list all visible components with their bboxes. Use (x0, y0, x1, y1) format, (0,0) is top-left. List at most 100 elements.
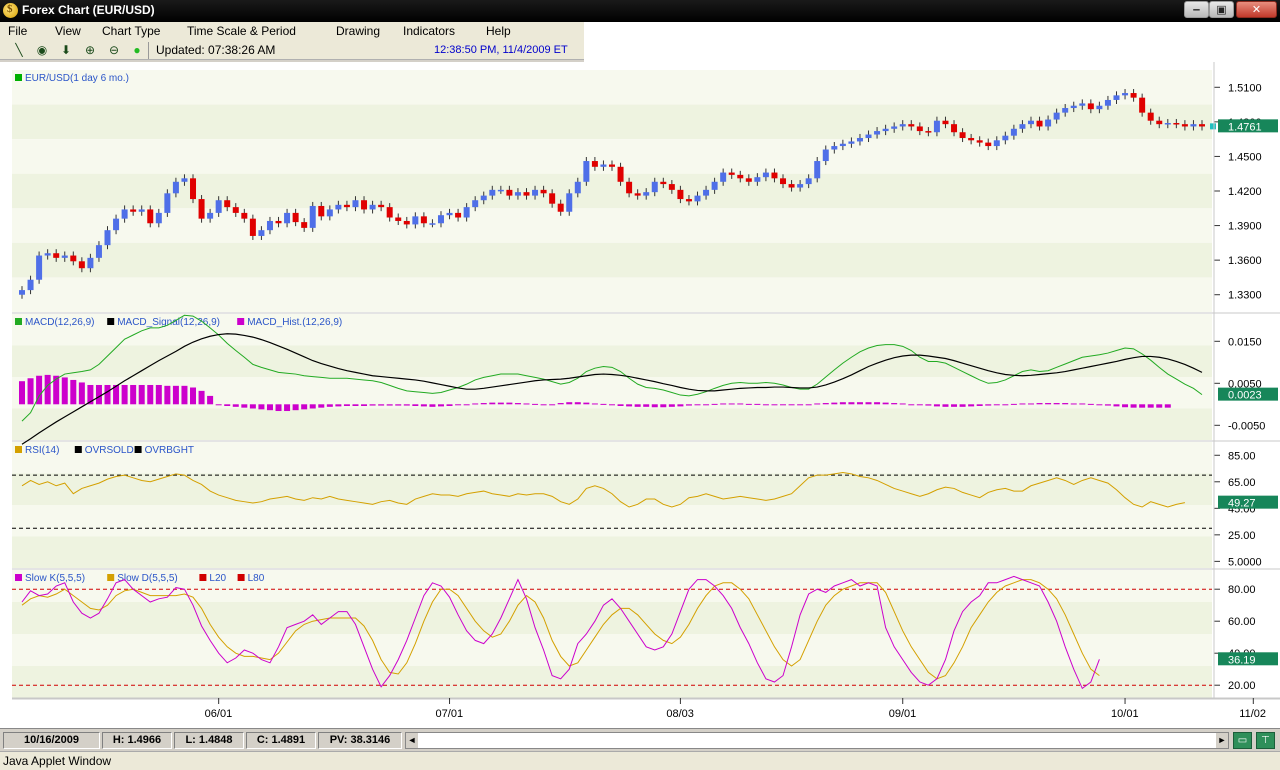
macd-hist-bar (908, 404, 915, 406)
rsi-legend-label: OVRSOLD (85, 445, 134, 456)
macd-hist-bar (976, 404, 983, 406)
candle-body (762, 172, 769, 178)
horizontal-scrollbar[interactable]: ◄ ► (405, 732, 1229, 749)
crosshair-icon[interactable]: ◉ (34, 42, 50, 58)
candle-body (1173, 123, 1180, 125)
zoom-in-icon[interactable]: ⊕ (82, 42, 98, 58)
macd-hist-bar (232, 404, 239, 407)
candle-body (626, 181, 633, 194)
scroll-right-button[interactable]: ► (1216, 733, 1228, 748)
menu-view[interactable]: View (55, 24, 81, 38)
candle-body (506, 189, 513, 196)
close-button[interactable]: ✕ (1236, 1, 1277, 18)
macd-hist-bar (95, 384, 102, 405)
minimize-button[interactable]: ‒ (1184, 1, 1209, 18)
macd-hist-bar (53, 375, 60, 405)
arrow-down-icon[interactable]: ⬇ (58, 42, 74, 58)
toolbar-divider (148, 42, 149, 59)
macd-hist-bar (1010, 403, 1017, 405)
candle-body (1122, 93, 1129, 96)
candle-body (677, 189, 684, 200)
menu-drawing[interactable]: Drawing (336, 24, 380, 38)
candle-body (591, 161, 598, 167)
draw-line-icon[interactable]: ╲ (11, 42, 27, 58)
macd-hist-bar (762, 404, 769, 406)
maximize-button[interactable]: ▣ (1209, 1, 1234, 18)
macd-hist-bar (386, 404, 393, 406)
scroll-left-button[interactable]: ◄ (406, 733, 418, 748)
menu-time-scale[interactable]: Time Scale & Period (187, 24, 296, 38)
candle-body (130, 209, 137, 212)
macd-hist-bar (472, 403, 479, 405)
macd-hist-bar (1147, 404, 1154, 408)
candle-body (942, 120, 949, 125)
macd-hist-bar (788, 404, 795, 406)
macd-hist-bar (215, 404, 222, 406)
candle-body (737, 174, 744, 179)
candle-body (164, 193, 171, 213)
candle-body (437, 215, 444, 224)
price-band (12, 70, 1212, 105)
candle-body (472, 200, 479, 208)
price-tick-label: 1.5100 (1228, 82, 1262, 94)
macd-hist-bar (27, 378, 34, 405)
candle-body (104, 230, 111, 246)
macd-hist-bar (309, 404, 316, 409)
candle-body (514, 192, 521, 196)
macd-hist-bar (318, 404, 325, 408)
zoom-out-icon[interactable]: ⊖ (106, 42, 122, 58)
macd-hist-bar (1122, 404, 1129, 408)
macd-hist-bar (121, 384, 128, 405)
macd-hist-bar (1113, 404, 1120, 407)
rsi-tick-label: 5.0000 (1228, 556, 1262, 568)
candle-body (1002, 135, 1009, 141)
candle-body (1010, 128, 1017, 136)
macd-hist-bar (172, 385, 179, 405)
candle-body (788, 184, 795, 188)
macd-hist-bar (292, 404, 299, 411)
cascade-windows-icon[interactable]: ▭ (1233, 732, 1252, 749)
macd-hist-bar (703, 404, 710, 406)
candle-body (241, 212, 248, 219)
forex-chart-window: $ Forex Chart (EUR/USD) ‒ ▣ ✕ File View … (0, 0, 1280, 770)
candle-body (266, 220, 273, 231)
chart-canvas[interactable]: 1.51001.48001.45001.42001.39001.36001.33… (0, 62, 1280, 728)
candle-body (172, 181, 179, 194)
menu-help[interactable]: Help (486, 24, 511, 38)
menu-indicators[interactable]: Indicators (403, 24, 455, 38)
menu-file[interactable]: File (8, 24, 27, 38)
macd-hist-bar (395, 404, 402, 406)
macd-hist-bar (1045, 403, 1052, 405)
current-price-marker (1210, 123, 1216, 130)
pin-tool-icon[interactable]: ⊤ (1256, 732, 1275, 749)
rsi-band (12, 505, 1212, 537)
macd-hist-bar (1139, 404, 1146, 408)
candle-body (1087, 103, 1094, 110)
chart-area[interactable]: 1.51001.48001.45001.42001.39001.36001.33… (0, 62, 1280, 728)
macd-hist-bar (275, 404, 282, 412)
candle-body (361, 200, 368, 210)
candle-body (557, 203, 564, 212)
macd-hist-bar (933, 404, 940, 407)
candle-body (1019, 124, 1026, 129)
price-band (12, 242, 1212, 278)
status-high: H: 1.4966 (102, 732, 172, 749)
macd-hist-bar (899, 403, 906, 405)
macd-hist-bar (591, 403, 598, 405)
macd-legend-swatch (15, 318, 22, 325)
rsi-legend-label: RSI(14) (25, 445, 59, 456)
macd-hist-bar (617, 404, 624, 406)
macd-hist-bar (1070, 403, 1077, 405)
menu-chart-type[interactable]: Chart Type (102, 24, 160, 38)
macd-hist-bar (514, 403, 521, 405)
macd-hist-bar (480, 403, 487, 405)
candle-body (1036, 120, 1043, 127)
stoch-legend-label: L80 (248, 573, 265, 584)
candle-body (1079, 103, 1086, 106)
macd-hist-bar (70, 379, 77, 405)
candle-body (797, 184, 804, 188)
candle-body (574, 181, 581, 194)
macd-tick-label: -0.0050 (1228, 420, 1265, 432)
candle-body (643, 192, 650, 196)
macd-legend-swatch (107, 318, 115, 325)
